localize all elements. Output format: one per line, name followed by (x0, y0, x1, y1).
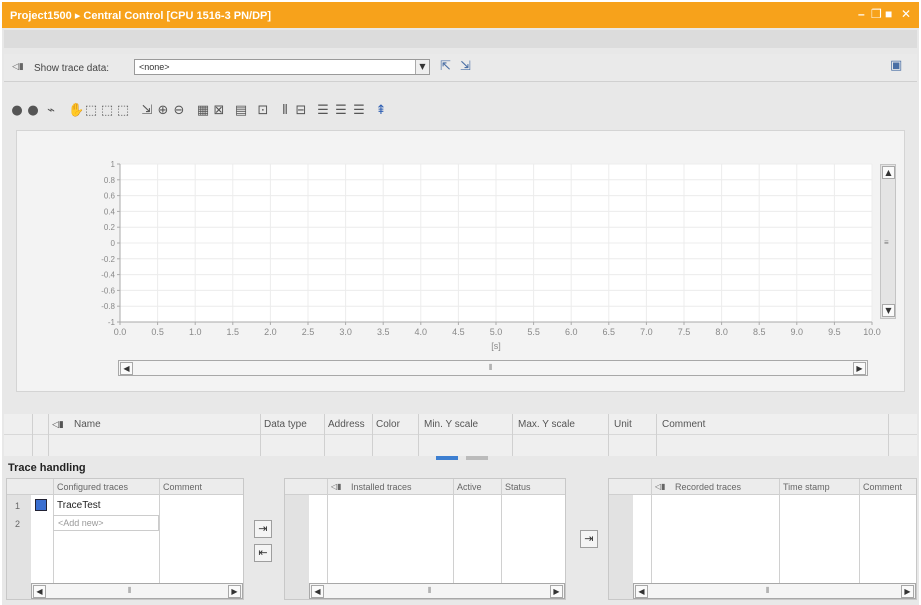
scroll-thumb-grip[interactable]: ⦀ (766, 586, 770, 596)
transfer-from-device-button[interactable]: ⇤ (254, 544, 272, 562)
x-tick-label: 10.0 (863, 327, 881, 337)
col-comment[interactable]: Comment (163, 482, 202, 492)
y-tick-label: 0.4 (104, 207, 116, 216)
y-tick-label: -0.4 (101, 271, 115, 280)
y-tick-label: -0.8 (101, 302, 115, 311)
col-address[interactable]: Address (328, 416, 365, 434)
recorded-horizontal-scrollbar[interactable]: ◀ ⦀ ▶ (633, 583, 916, 599)
x-tick-label: 9.5 (828, 327, 841, 337)
x-tick-label: 6.5 (603, 327, 616, 337)
trace-handling-title: Trace handling (8, 462, 86, 474)
scroll-up-icon[interactable]: ▲ (882, 166, 895, 179)
scroll-thumb-grip[interactable]: ≡ (884, 238, 889, 247)
x-tick-label: 3.5 (377, 327, 390, 337)
trace-icon (35, 499, 47, 511)
x-tick-label: 3.0 (339, 327, 352, 337)
save-measurement-button[interactable]: ⇥ (580, 530, 598, 548)
x-tick-label: 5.5 (527, 327, 540, 337)
x-tick-label: 0.5 (151, 327, 164, 337)
x-tick-label: 9.0 (791, 327, 804, 337)
x-tick-label: 2.0 (264, 327, 277, 337)
installed-horizontal-scrollbar[interactable]: ◀ ⦀ ▶ (309, 583, 565, 599)
add-new-label: <Add new> (58, 518, 104, 528)
x-tick-label: 5.0 (490, 327, 503, 337)
scroll-left-icon[interactable]: ◀ (635, 585, 648, 598)
col-active[interactable]: Active (457, 482, 482, 492)
y-tick-label: -0.6 (101, 286, 115, 295)
col-min-y-scale[interactable]: Min. Y scale (424, 416, 478, 434)
scroll-down-icon[interactable]: ▼ (882, 304, 895, 317)
col-unit[interactable]: Unit (614, 416, 632, 434)
x-tick-label: 1.0 (189, 327, 202, 337)
scroll-right-icon[interactable]: ▶ (853, 362, 866, 375)
installed-traces-table: ◁▮ Installed traces Active Status ◀ ⦀ ▶ (284, 478, 566, 600)
x-tick-label: 7.0 (640, 327, 653, 337)
splitter-handle[interactable] (466, 456, 488, 460)
col-name[interactable]: Name (74, 416, 101, 434)
scroll-right-icon[interactable]: ▶ (901, 585, 914, 598)
add-new-trace[interactable]: <Add new> (53, 515, 159, 531)
scroll-left-icon[interactable]: ◀ (311, 585, 324, 598)
y-tick-label: 1 (111, 160, 116, 169)
col-color[interactable]: Color (376, 416, 400, 434)
collapse-icon[interactable]: ◁▮ (655, 482, 666, 491)
y-tick-label: 0.2 (104, 223, 116, 232)
scroll-thumb-grip[interactable]: ⦀ (128, 586, 132, 596)
signal-table: ◁▮ Name Data type Address Color Min. Y s… (4, 414, 917, 456)
col-data-type[interactable]: Data type (264, 416, 307, 434)
chart-vertical-scrollbar[interactable]: ▲ ≡ ▼ (880, 164, 896, 319)
x-tick-label: 1.5 (227, 327, 240, 337)
y-tick-label: -0.2 (101, 255, 115, 264)
splitter-handle[interactable] (436, 456, 458, 460)
scroll-left-icon[interactable]: ◀ (120, 362, 133, 375)
trace-name[interactable]: TraceTest (57, 500, 101, 511)
col-status[interactable]: Status (505, 482, 531, 492)
configured-horizontal-scrollbar[interactable]: ◀ ⦀ ▶ (31, 583, 243, 599)
scroll-thumb-grip[interactable]: ⦀ (489, 363, 493, 373)
col-configured-traces[interactable]: Configured traces (57, 482, 128, 492)
row-number: 1 (15, 501, 21, 511)
col-max-y-scale[interactable]: Max. Y scale (518, 416, 575, 434)
x-tick-label: 0.0 (114, 327, 127, 337)
scroll-thumb-grip[interactable]: ⦀ (428, 586, 432, 596)
y-tick-label: 0.6 (104, 192, 116, 201)
configured-traces-table: Configured traces Comment 1 TraceTest 2 … (6, 478, 244, 600)
collapse-icon[interactable]: ◁▮ (331, 482, 342, 491)
scroll-left-icon[interactable]: ◀ (33, 585, 46, 598)
chart-horizontal-scrollbar[interactable]: ◀ ⦀ ▶ (118, 360, 868, 376)
col-installed-traces[interactable]: Installed traces (351, 482, 412, 492)
col-time-stamp[interactable]: Time stamp (783, 482, 830, 492)
x-tick-label: 6.0 (565, 327, 578, 337)
y-tick-label: 0 (111, 239, 116, 248)
transfer-to-device-button[interactable]: ⇥ (254, 520, 272, 538)
col-recorded-traces[interactable]: Recorded traces (675, 482, 741, 492)
col-comment[interactable]: Comment (662, 416, 705, 434)
y-tick-label: -1 (108, 318, 116, 327)
collapse-icon[interactable]: ◁▮ (52, 416, 64, 434)
x-tick-label: 4.5 (452, 327, 465, 337)
x-axis-label: [s] (491, 341, 501, 351)
x-tick-label: 4.0 (415, 327, 428, 337)
row-number: 2 (15, 519, 21, 529)
y-tick-label: 0.8 (104, 176, 116, 185)
col-comment[interactable]: Comment (863, 482, 902, 492)
x-tick-label: 7.5 (678, 327, 691, 337)
scroll-right-icon[interactable]: ▶ (550, 585, 563, 598)
x-tick-label: 8.5 (753, 327, 766, 337)
x-tick-label: 8.0 (715, 327, 728, 337)
x-tick-label: 2.5 (302, 327, 315, 337)
recorded-traces-table: ◁▮ Recorded traces Time stamp Comment ◀ … (608, 478, 917, 600)
scroll-right-icon[interactable]: ▶ (228, 585, 241, 598)
